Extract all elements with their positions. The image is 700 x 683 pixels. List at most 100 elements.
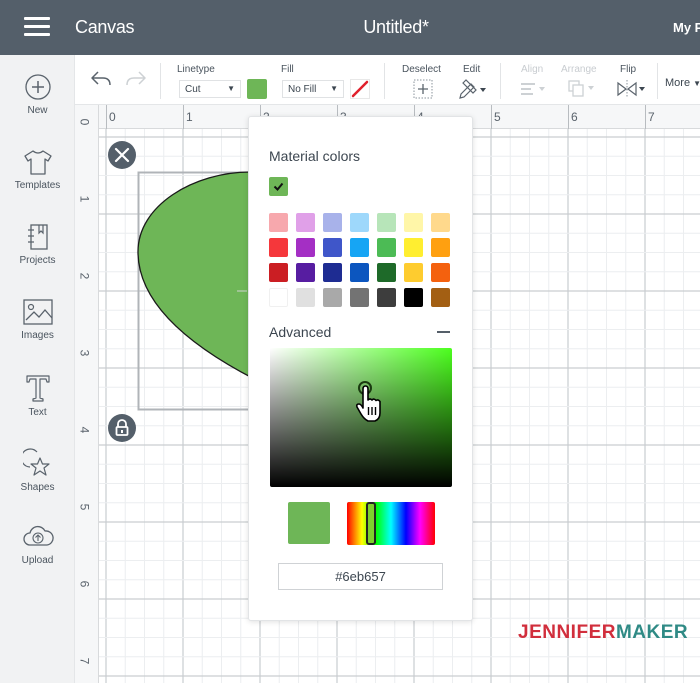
palette-swatch[interactable]	[296, 213, 315, 232]
document-title[interactable]: Untitled*	[0, 17, 700, 38]
more-menu-button[interactable]: More ▼	[665, 77, 700, 89]
fill-value: No Fill	[288, 84, 317, 95]
sidebar-item-shapes[interactable]: Shapes	[0, 448, 75, 518]
palette-swatch[interactable]	[431, 263, 450, 282]
palette-swatch[interactable]	[404, 213, 423, 232]
chevron-down-icon: ▼	[227, 84, 235, 93]
material-colors-title: Material colors	[269, 148, 361, 164]
palette-swatch[interactable]	[323, 288, 342, 307]
palette-swatch[interactable]	[377, 288, 396, 307]
palette-swatch[interactable]	[404, 238, 423, 257]
no-fill-swatch-icon[interactable]	[350, 79, 370, 99]
close-icon	[114, 147, 130, 163]
undo-icon[interactable]	[90, 70, 112, 88]
sidebar-item-projects[interactable]: Projects	[0, 223, 75, 293]
palette-swatch[interactable]	[404, 263, 423, 282]
redo-icon[interactable]	[125, 70, 147, 88]
align-label: Align	[521, 64, 544, 75]
flip-icon[interactable]	[615, 79, 647, 99]
ruler-major-tick	[106, 105, 107, 129]
sidebar-item-text[interactable]: Text	[0, 373, 75, 443]
ruler-major-tick	[645, 105, 646, 129]
align-icon[interactable]	[519, 81, 549, 97]
delete-shape-button[interactable]	[108, 141, 136, 169]
edit-pencil-ruler-icon[interactable]	[458, 79, 488, 99]
arrange-icon[interactable]	[567, 79, 597, 99]
toolbar-divider	[657, 63, 658, 99]
ruler-left-label: 4	[77, 426, 92, 434]
palette-swatch[interactable]	[323, 213, 342, 232]
palette-swatch[interactable]	[350, 238, 369, 257]
palette-swatch[interactable]	[323, 238, 342, 257]
sidebar-item-upload[interactable]: Upload	[0, 523, 75, 593]
toolbar-divider	[500, 63, 501, 99]
checkmark-icon	[273, 182, 284, 191]
flip-label: Flip	[620, 64, 637, 75]
palette-swatch[interactable]	[377, 213, 396, 232]
palette-swatch[interactable]	[269, 288, 288, 307]
palette-swatch[interactable]	[350, 213, 369, 232]
hue-slider[interactable]	[347, 502, 435, 545]
ruler-major-tick	[183, 105, 184, 129]
sidebar-item-label: Images	[21, 330, 54, 341]
my-projects-link[interactable]: My Projects	[673, 20, 700, 35]
sidebar-item-images[interactable]: Images	[0, 298, 75, 368]
hue-slider-handle[interactable]	[365, 502, 376, 545]
ruler-top-label: 5	[494, 110, 501, 124]
ruler-left-label: 2	[77, 272, 92, 280]
saturation-brightness-picker[interactable]	[270, 348, 452, 487]
palette-swatch[interactable]	[404, 288, 423, 307]
palette-swatch[interactable]	[296, 263, 315, 282]
sidebar-item-label: New	[27, 105, 48, 116]
edit-toolbar: Linetype Cut ▼ Fill No Fill ▼ Deselect E…	[75, 55, 700, 105]
sidebar-item-label: Upload	[21, 555, 54, 566]
selected-color-swatch[interactable]	[269, 177, 288, 196]
linetype-label: Linetype	[177, 64, 215, 75]
linetype-color-swatch[interactable]	[247, 79, 267, 99]
hex-color-input[interactable]	[278, 563, 443, 590]
palette-swatch[interactable]	[431, 288, 450, 307]
fill-label: Fill	[281, 64, 294, 75]
collapse-advanced-button[interactable]	[437, 331, 450, 333]
chevron-down-icon: ▼	[693, 79, 700, 88]
sidebar-item-label: Text	[28, 407, 47, 418]
sidebar-item-templates[interactable]: Templates	[0, 148, 75, 218]
palette-swatch[interactable]	[323, 263, 342, 282]
palette-swatch[interactable]	[377, 263, 396, 282]
palette-swatch[interactable]	[269, 263, 288, 282]
palette-swatch[interactable]	[269, 238, 288, 257]
color-preview-swatch	[288, 502, 330, 544]
brand-part-1: JENNIFER	[518, 622, 616, 643]
tshirt-icon	[23, 150, 52, 175]
palette-swatch[interactable]	[377, 238, 396, 257]
ruler-left-label: 5	[77, 503, 92, 511]
ruler-left-label: 6	[77, 580, 92, 588]
sidebar-item-new[interactable]: New	[0, 73, 75, 143]
palette-swatch[interactable]	[350, 288, 369, 307]
hand-cursor-icon	[355, 385, 381, 422]
ruler-left-label: 7	[77, 657, 92, 665]
sidebar-item-label: Shapes	[20, 482, 55, 493]
ruler-left: 0 1 2 3 4 5 6 7	[75, 105, 99, 683]
palette-swatch[interactable]	[431, 213, 450, 232]
linetype-value: Cut	[185, 84, 201, 95]
palette-swatch[interactable]	[431, 238, 450, 257]
edit-label: Edit	[463, 64, 481, 75]
linetype-select[interactable]: Cut ▼	[179, 80, 241, 98]
advanced-title: Advanced	[269, 324, 332, 340]
lock-proportions-button[interactable]	[108, 414, 136, 442]
arrange-label: Arrange	[561, 64, 597, 75]
palette-swatch[interactable]	[350, 263, 369, 282]
ruler-top-label: 7	[648, 110, 655, 124]
ruler-top-label: 0	[109, 110, 116, 124]
notebook-icon	[27, 224, 48, 250]
deselect-icon[interactable]	[413, 79, 433, 99]
sidebar-item-label: Templates	[14, 180, 61, 191]
palette-swatch[interactable]	[296, 238, 315, 257]
palette-swatch[interactable]	[269, 213, 288, 232]
fill-select[interactable]: No Fill ▼	[282, 80, 344, 98]
ruler-left-label: 0	[77, 118, 92, 126]
plus-circle-icon	[24, 74, 51, 100]
palette-swatch[interactable]	[296, 288, 315, 307]
sidebar-item-label: Projects	[19, 255, 56, 266]
